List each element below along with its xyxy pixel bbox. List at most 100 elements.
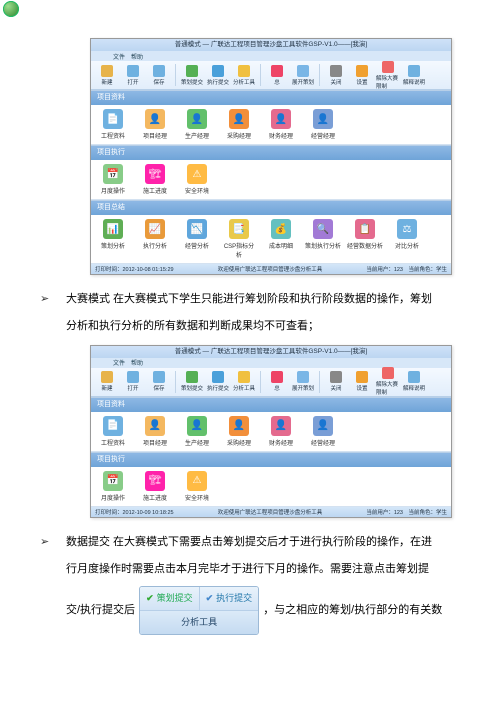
ribbon-label: 新建 [101,384,112,392]
section-header: 项目资料 [91,397,451,412]
module-对比分析[interactable]: ⚖对比分析 [389,219,425,259]
ribbon-保存[interactable]: 保存 [147,371,171,392]
plan-submit-button[interactable]: 策划提交 [140,587,199,610]
ribbon-保存[interactable]: 保存 [147,65,171,86]
module-生产经理[interactable]: 👤生产经理 [179,109,215,140]
ribbon-新建[interactable]: 新建 [95,371,119,392]
module-采购经理[interactable]: 👤采购经理 [221,109,257,140]
module-月度操作[interactable]: 📅月度操作 [95,471,131,502]
module-label: 工程资料 [101,438,125,447]
ribbon-icon [382,61,394,73]
module-生产经理[interactable]: 👤生产经理 [179,416,215,447]
module-label: 执行分析 [143,241,167,250]
module-财务经理[interactable]: 👤财务经理 [263,109,299,140]
module-安全环境[interactable]: ⚠安全环境 [179,471,215,502]
module-label: 经营经理 [311,131,335,140]
ribbon-总[interactable]: 总 [265,65,289,86]
tab-file[interactable]: 文件 [113,52,125,61]
ribbon-label: 打开 [127,78,138,86]
ribbon-label: 策划提交 [181,384,203,392]
module-label: 经营分析 [185,241,209,250]
ribbon-分析工具[interactable]: 分析工具 [232,371,256,392]
ribbon-separator [175,371,176,393]
module-工程资料[interactable]: 📄 工程资料 [95,416,131,447]
screenshot-normal-mode: 普通模式 — 广联达工程项目管理沙盘工具软件GSP-V1.0——[我演] 文件 … [90,38,452,275]
ribbon-分析工具[interactable]: 分析工具 [232,65,256,86]
ribbon-关闭[interactable]: 关闭 [324,65,348,86]
ribbon-策划提交[interactable]: 策划提交 [180,371,204,392]
bullet-text: 数据提交 在大赛模式下需要点击筹划提交后才于进行执行阶段的操作，在进 [66,532,460,553]
tab-help[interactable]: 帮助 [131,358,143,367]
ribbon-打开[interactable]: 打开 [121,65,145,86]
status-bar: 打印时间：2012-10-09 10:18:25 欢迎使用广联达工程项目管理沙盘… [91,507,451,517]
module-经营分析[interactable]: 📉 经营分析 [179,219,215,259]
ribbon-新建[interactable]: 新建 [95,65,119,86]
bullet-data-submit: ➢ 数据提交 在大赛模式下需要点击筹划提交后才于进行执行阶段的操作，在进 [40,532,460,553]
ribbon-展开策划[interactable]: 展开策划 [291,65,315,86]
ribbon-icon [212,65,224,77]
ribbon-设置[interactable]: 设置 [350,371,374,392]
section-header: 项目总结 [91,200,451,215]
status-user: 当前用户：123 当前角色：学生 [366,508,447,516]
ribbon-设置[interactable]: 设置 [350,65,374,86]
module-icon: 📄 [103,416,123,436]
tab-help[interactable]: 帮助 [131,52,143,61]
ribbon-label: 执行提交 [207,384,229,392]
module-项目经理[interactable]: 👤项目经理 [137,416,173,447]
module-经营经理[interactable]: 👤经营经理 [305,109,341,140]
status-time: 打印时间：2012-10-09 10:18:25 [95,508,174,516]
module-CSP指标分析[interactable]: 📑CSP指标分析 [221,219,257,259]
ribbon-解释说明[interactable]: 解释说明 [402,371,426,392]
module-label: 施工进度 [143,186,167,195]
module-采购经理[interactable]: 👤采购经理 [221,416,257,447]
module-财务经理[interactable]: 👤财务经理 [263,416,299,447]
module-icon: 👤 [313,416,333,436]
ribbon-label: 打开 [127,384,138,392]
module-icon: 👤 [187,109,207,129]
module-icon: 📉 [187,219,207,239]
module-经营数据分析[interactable]: 📋经营数据分析 [347,219,383,259]
module-施工进度[interactable]: 🏗施工进度 [137,164,173,195]
ribbon-toolbar: 新建打开 保存策划提交执行提交分析工具 总 展开策划关闭 设置 解除大赛限制解释说明 [91,61,451,90]
module-月度操作[interactable]: 📅月度操作 [95,164,131,195]
ribbon-icon [297,65,309,77]
ribbon-执行提交[interactable]: 执行提交 [206,65,230,86]
ribbon-展开策划[interactable]: 展开策划 [291,371,315,392]
ribbon-label: 总 [274,78,280,86]
ribbon-label: 设置 [356,78,367,86]
analysis-tool-button[interactable]: 分析工具 [140,610,258,634]
module-经营经理[interactable]: 👤经营经理 [305,416,341,447]
module-项目经理[interactable]: 👤项目经理 [137,109,173,140]
ribbon-关闭[interactable]: 关闭 [324,371,348,392]
module-施工进度[interactable]: 🏗施工进度 [137,471,173,502]
ribbon-执行提交[interactable]: 执行提交 [206,371,230,392]
module-执行分析[interactable]: 📈执行分析 [137,219,173,259]
module-icon: ⚠ [187,164,207,184]
exec-submit-button[interactable]: 执行提交 [199,587,259,610]
module-工程资料[interactable]: 📄工程资料 [95,109,131,140]
module-策划分析[interactable]: 📊策划分析 [95,219,131,259]
module-成本明细[interactable]: 💰成本明细 [263,219,299,259]
ribbon-策划提交[interactable]: 策划提交 [180,65,204,86]
bullet-text-cont: 分析和执行分析的所有数据和判断成果均不可查看； [66,316,460,337]
ribbon-打开[interactable]: 打开 [121,371,145,392]
ribbon-label: 解释说明 [403,78,425,86]
bullet-arrow-icon: ➢ [40,289,66,310]
ribbon-label: 分析工具 [233,78,255,86]
ribbon-总[interactable]: 总 [265,371,289,392]
ribbon-label: 关闭 [330,78,341,86]
ribbon-解除大赛限制[interactable]: 解除大赛限制 [376,367,400,396]
text-after-buttons: ，与之相应的筹划/执行部分的有关数 [263,600,442,621]
ribbon-解释说明[interactable]: 解释说明 [402,65,426,86]
module-策划执行分析[interactable]: 🔍策划执行分析 [305,219,341,259]
section-body: 📊策划分析📈执行分析 📉 经营分析 📑CSP指标分析💰成本明细🔍策划执行分析📋经营数据… [91,215,451,264]
module-icon: 📅 [103,471,123,491]
app-orb-icon [3,1,19,17]
module-label: 项目经理 [143,438,167,447]
module-label: 安全环境 [185,186,209,195]
tab-file[interactable]: 文件 [113,358,125,367]
ribbon-解除大赛限制[interactable]: 解除大赛限制 [376,61,400,90]
ribbon-icon [153,371,165,383]
module-安全环境[interactable]: ⚠ 安全环境 [179,164,215,195]
ribbon-label: 策划提交 [181,78,203,86]
